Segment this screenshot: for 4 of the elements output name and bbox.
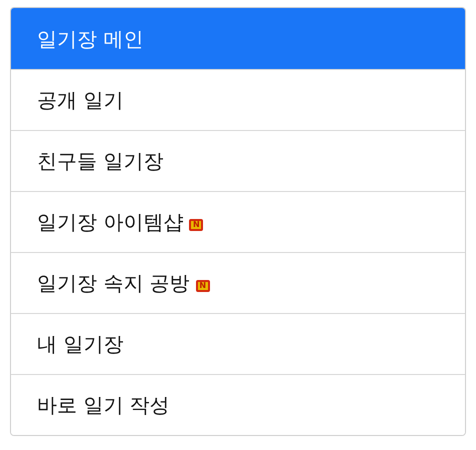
new-badge: N [189,219,204,231]
menu-item[interactable]: 일기장 메인 [11,8,465,69]
new-badge: N [196,280,210,292]
menu-item[interactable]: 바로 일기 작성 [11,374,465,435]
